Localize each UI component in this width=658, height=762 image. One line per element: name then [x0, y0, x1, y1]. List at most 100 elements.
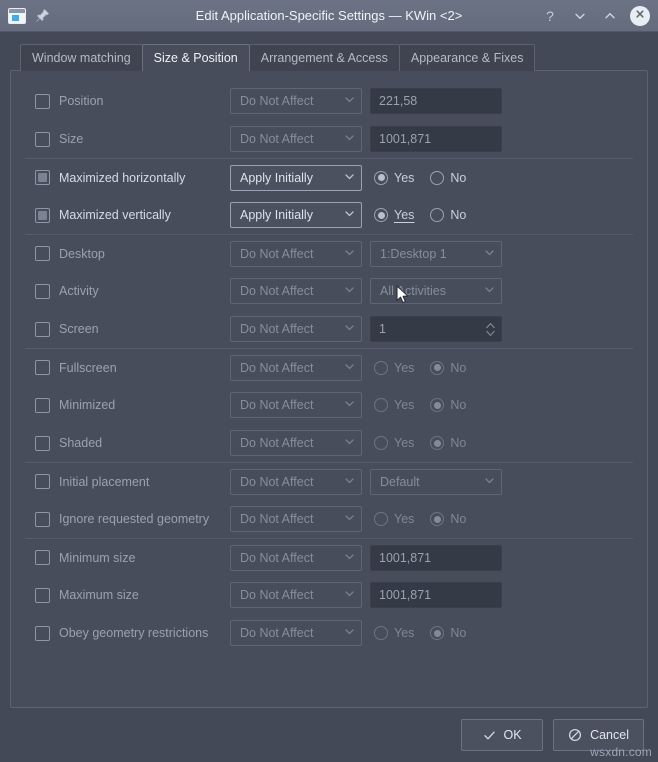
policy-combo-value: Do Not Affect [240, 361, 340, 375]
radio-maximized-horizontally-yes[interactable]: Yes [374, 171, 414, 185]
titlebar[interactable]: Edit Application-Specific Settings — KWi… [0, 0, 658, 32]
value-combo-initial-placement[interactable]: Default [370, 469, 502, 495]
value-cell: All Activities [370, 278, 502, 304]
ok-button[interactable]: OK [461, 719, 543, 751]
value-cell: 1001,871 [370, 582, 502, 608]
radio-maximized-vertically-yes[interactable]: Yes [374, 208, 414, 222]
spinbox-screen[interactable]: 1 [370, 316, 502, 342]
radio-obey-geometry-restrictions-no[interactable]: No [430, 626, 466, 640]
checkbox-desktop[interactable] [35, 246, 50, 261]
policy-combo-desktop[interactable]: Do Not Affect [230, 241, 362, 267]
chevron-down-icon [484, 247, 495, 261]
radio-minimized-yes[interactable]: Yes [374, 398, 414, 412]
policy-combo-initial-placement[interactable]: Do Not Affect [230, 469, 362, 495]
radio-label: No [450, 171, 466, 185]
value-combo-activity[interactable]: All Activities [370, 278, 502, 304]
checkbox-activity[interactable] [35, 284, 50, 299]
chevron-down-icon [344, 361, 355, 375]
radio-label: No [450, 626, 466, 640]
row-screen: ScreenDo Not Affect 1 [25, 310, 633, 348]
policy-combo-maximized-vertically[interactable]: Apply Initially [230, 202, 362, 228]
label-cell: Position [25, 94, 230, 109]
radio-ignore-requested-geometry-no[interactable]: No [430, 512, 466, 526]
radio-dot [430, 436, 444, 450]
policy-combo-value: Do Not Affect [240, 588, 340, 602]
radio-dot [374, 626, 388, 640]
help-icon: ? [546, 9, 554, 23]
checkbox-initial-placement[interactable] [35, 474, 50, 489]
input-minimum-size[interactable]: 1001,871 [370, 545, 502, 571]
label-maximum-size: Maximum size [59, 588, 139, 602]
input-position[interactable]: 221,58 [370, 88, 502, 114]
radio-shaded-yes[interactable]: Yes [374, 436, 414, 450]
radio-group-maximized-horizontally: Yes No [370, 171, 502, 185]
settings-window: Edit Application-Specific Settings — KWi… [0, 0, 658, 762]
checkbox-screen[interactable] [35, 322, 50, 337]
policy-cell: Do Not Affect [230, 316, 370, 342]
maximize-button[interactable] [600, 6, 620, 26]
label-cell: Screen [25, 322, 230, 337]
policy-combo-fullscreen[interactable]: Do Not Affect [230, 355, 362, 381]
checkbox-maximized-vertically[interactable] [35, 208, 50, 223]
policy-combo-minimized[interactable]: Do Not Affect [230, 392, 362, 418]
pin-icon[interactable] [35, 8, 50, 23]
checkbox-fullscreen[interactable] [35, 360, 50, 375]
policy-cell: Do Not Affect [230, 88, 370, 114]
value-combo-desktop[interactable]: 1:Desktop 1 [370, 241, 502, 267]
radio-obey-geometry-restrictions-yes[interactable]: Yes [374, 626, 414, 640]
chevron-down-icon [344, 171, 355, 185]
policy-combo-size[interactable]: Do Not Affect [230, 126, 362, 152]
checkbox-minimized[interactable] [35, 398, 50, 413]
checkbox-ignore-requested-geometry[interactable] [35, 512, 50, 527]
spinbox-arrows-icon[interactable] [485, 321, 496, 338]
policy-combo-ignore-requested-geometry[interactable]: Do Not Affect [230, 506, 362, 532]
tab-size-position[interactable]: Size & Position [142, 44, 250, 71]
policy-combo-screen[interactable]: Do Not Affect [230, 316, 362, 342]
chevron-down-icon [344, 284, 355, 298]
policy-cell: Do Not Affect [230, 126, 370, 152]
tab-window-matching[interactable]: Window matching [20, 44, 143, 71]
radio-label: Yes [394, 512, 414, 526]
label-cell: Activity [25, 284, 230, 299]
radio-dot [374, 436, 388, 450]
radio-label: Yes [394, 436, 414, 450]
radio-shaded-no[interactable]: No [430, 436, 466, 450]
input-maximum-size[interactable]: 1001,871 [370, 582, 502, 608]
policy-combo-minimum-size[interactable]: Do Not Affect [230, 545, 362, 571]
checkbox-position[interactable] [35, 94, 50, 109]
checkbox-minimum-size[interactable] [35, 550, 50, 565]
policy-cell: Apply Initially [230, 165, 370, 191]
radio-maximized-vertically-no[interactable]: No [430, 208, 466, 222]
radio-minimized-no[interactable]: No [430, 398, 466, 412]
radio-label: Yes [394, 398, 414, 412]
tab-arrangement-access[interactable]: Arrangement & Access [249, 44, 400, 71]
cancel-button-label: Cancel [590, 728, 629, 742]
radio-ignore-requested-geometry-yes[interactable]: Yes [374, 512, 414, 526]
policy-combo-maximized-horizontally[interactable]: Apply Initially [230, 165, 362, 191]
radio-label: No [450, 361, 466, 375]
policy-combo-position[interactable]: Do Not Affect [230, 88, 362, 114]
policy-combo-shaded[interactable]: Do Not Affect [230, 430, 362, 456]
policy-combo-maximum-size[interactable]: Do Not Affect [230, 582, 362, 608]
minimize-button[interactable] [570, 6, 590, 26]
checkbox-size[interactable] [35, 132, 50, 147]
window-icon [8, 8, 26, 24]
radio-fullscreen-no[interactable]: No [430, 361, 466, 375]
input-size[interactable]: 1001,871 [370, 126, 502, 152]
tab-appearance-fixes[interactable]: Appearance & Fixes [399, 44, 536, 71]
policy-cell: Do Not Affect [230, 355, 370, 381]
cancel-button[interactable]: Cancel [553, 719, 644, 751]
input-value: 1001,871 [379, 132, 431, 146]
policy-combo-activity[interactable]: Do Not Affect [230, 278, 362, 304]
checkbox-maximum-size[interactable] [35, 588, 50, 603]
help-button[interactable]: ? [540, 6, 560, 26]
radio-fullscreen-yes[interactable]: Yes [374, 361, 414, 375]
policy-cell: Do Not Affect [230, 620, 370, 646]
radio-maximized-horizontally-no[interactable]: No [430, 171, 466, 185]
value-cell: 1001,871 [370, 545, 502, 571]
checkbox-maximized-horizontally[interactable] [35, 170, 50, 185]
policy-combo-obey-geometry-restrictions[interactable]: Do Not Affect [230, 620, 362, 646]
checkbox-shaded[interactable] [35, 436, 50, 451]
checkbox-obey-geometry-restrictions[interactable] [35, 626, 50, 641]
close-button[interactable] [630, 6, 650, 26]
